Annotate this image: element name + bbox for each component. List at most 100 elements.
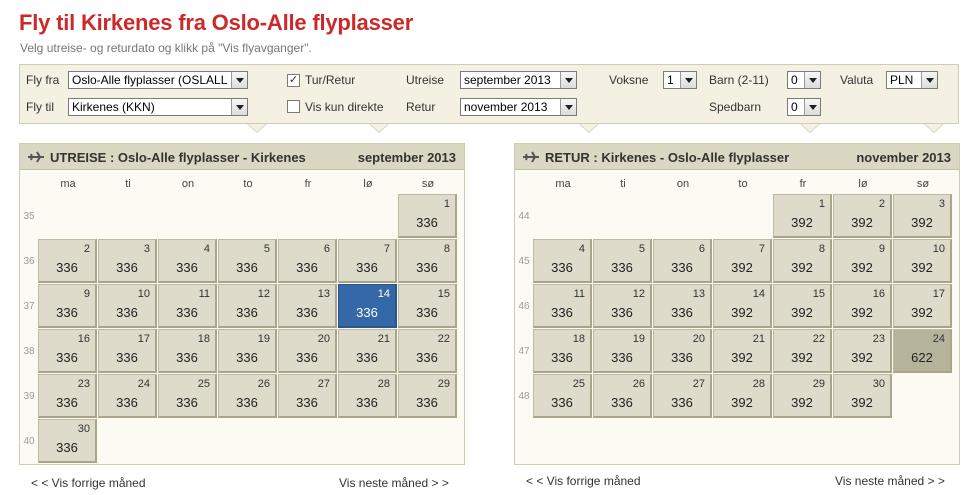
- calendar-day[interactable]: 3 392: [893, 194, 952, 238]
- return-next-month-link[interactable]: Vis neste måned > >: [835, 474, 945, 488]
- calendar-day[interactable]: 27 336: [278, 374, 337, 418]
- calendar-day[interactable]: 20 336: [653, 329, 712, 373]
- calendar-day[interactable]: 29 336: [398, 374, 457, 418]
- calendar-day[interactable]: 7 392: [713, 239, 772, 283]
- calendar-day[interactable]: 26 336: [593, 374, 652, 418]
- calendar-day[interactable]: 19 336: [218, 329, 277, 373]
- calendar-day[interactable]: 17 392: [893, 284, 952, 328]
- filter-notch: [370, 124, 388, 132]
- return-prev-month-link[interactable]: < < Vis forrige måned: [526, 474, 641, 488]
- calendar-day[interactable]: 2 336: [38, 239, 97, 283]
- day-price: 336: [551, 305, 573, 320]
- calendar-day[interactable]: 25 336: [158, 374, 217, 418]
- calendar-day[interactable]: 4 336: [533, 239, 592, 283]
- weekday-label: to: [243, 178, 253, 190]
- calendar-day[interactable]: 12 336: [218, 284, 277, 328]
- chevron-down-icon: [560, 72, 576, 88]
- weekday-label: ma: [60, 178, 76, 190]
- calendar-day[interactable]: 30 392: [833, 374, 892, 418]
- week-number: 37: [23, 301, 35, 312]
- calendar-day[interactable]: 20 336: [278, 329, 337, 373]
- return-month-select[interactable]: november 2013: [460, 98, 577, 116]
- calendar-day[interactable]: 10 336: [98, 284, 157, 328]
- direct-only-checkbox[interactable]: [287, 100, 300, 113]
- children-select[interactable]: 0: [787, 71, 821, 89]
- calendar-day[interactable]: 22 336: [398, 329, 457, 373]
- calendar-day[interactable]: 7 336: [338, 239, 397, 283]
- calendar-day[interactable]: 13 336: [278, 284, 337, 328]
- calendar-day[interactable]: 6 336: [278, 239, 337, 283]
- day-number: 27: [317, 378, 330, 390]
- calendar-day[interactable]: 16 392: [833, 284, 892, 328]
- outbound-next-month-link[interactable]: Vis neste måned > >: [339, 476, 449, 490]
- calendar-day[interactable]: 4 336: [158, 239, 217, 283]
- currency-select[interactable]: PLN: [886, 71, 938, 89]
- roundtrip-checkbox[interactable]: ✓: [287, 74, 300, 87]
- calendar-day[interactable]: 15 336: [398, 284, 457, 328]
- outbound-month-select[interactable]: september 2013: [460, 71, 577, 89]
- calendar-day[interactable]: 28 392: [713, 374, 772, 418]
- infants-select[interactable]: 0: [787, 98, 821, 116]
- calendar-day[interactable]: 2 392: [833, 194, 892, 238]
- day-price: 336: [551, 350, 573, 365]
- day-number: 12: [632, 288, 645, 300]
- calendar-day[interactable]: 21 336: [338, 329, 397, 373]
- calendar-day[interactable]: 6 336: [653, 239, 712, 283]
- calendar-day[interactable]: 18 336: [158, 329, 217, 373]
- calendar-day[interactable]: 21 392: [713, 329, 772, 373]
- calendar-day[interactable]: 16 336: [38, 329, 97, 373]
- calendar-day[interactable]: 12 336: [593, 284, 652, 328]
- calendar-day[interactable]: 13 336: [653, 284, 712, 328]
- weekday-label: on: [676, 178, 690, 190]
- to-select[interactable]: Kirkenes (KKN): [68, 98, 248, 116]
- from-select[interactable]: Oslo-Alle flyplasser (OSLALL: [68, 71, 248, 89]
- calendar-day[interactable]: 5 336: [218, 239, 277, 283]
- calendar-day[interactable]: 14 336: [338, 284, 397, 328]
- calendar-day[interactable]: 29 392: [773, 374, 832, 418]
- day-number: 16: [77, 333, 90, 345]
- calendar-day[interactable]: 1 392: [773, 194, 832, 238]
- calendar-day[interactable]: 1 336: [398, 194, 457, 238]
- calendar-day[interactable]: 30 336: [38, 419, 97, 463]
- calendar-day[interactable]: 27 336: [653, 374, 712, 418]
- calendar-day[interactable]: 15 392: [773, 284, 832, 328]
- calendar-day[interactable]: 5 336: [593, 239, 652, 283]
- calendar-day[interactable]: 19 336: [593, 329, 652, 373]
- calendar-day[interactable]: 18 336: [533, 329, 592, 373]
- chevron-down-icon: [804, 72, 820, 88]
- day-price: 392: [791, 395, 813, 410]
- calendar-day[interactable]: 23 392: [833, 329, 892, 373]
- outbound-prev-month-link[interactable]: < < Vis forrige måned: [31, 476, 146, 490]
- calendar-day[interactable]: 24 622: [893, 329, 952, 373]
- return-direction: RETUR :: [545, 150, 598, 165]
- calendar-day[interactable]: 10 392: [893, 239, 952, 283]
- calendar-day[interactable]: 8 336: [398, 239, 457, 283]
- day-number: 23: [77, 378, 90, 390]
- day-price: 336: [611, 305, 633, 320]
- day-price: 336: [176, 350, 198, 365]
- calendar-day[interactable]: 26 336: [218, 374, 277, 418]
- day-price: 336: [116, 260, 138, 275]
- calendar-day[interactable]: 11 336: [158, 284, 217, 328]
- calendar-day[interactable]: 9 392: [833, 239, 892, 283]
- day-number: 3: [143, 243, 150, 255]
- calendar-day[interactable]: 25 336: [533, 374, 592, 418]
- calendar-day[interactable]: 17 336: [98, 329, 157, 373]
- calendar-day[interactable]: 28 336: [338, 374, 397, 418]
- day-price: 392: [911, 305, 933, 320]
- calendar-day[interactable]: 22 392: [773, 329, 832, 373]
- calendar-day[interactable]: 23 336: [38, 374, 97, 418]
- day-number: 21: [377, 333, 390, 345]
- calendar-day[interactable]: 11 336: [533, 284, 592, 328]
- calendar-day[interactable]: 8 392: [773, 239, 832, 283]
- day-number: 20: [317, 333, 330, 345]
- day-price: 336: [56, 260, 78, 275]
- calendar-day[interactable]: 24 336: [98, 374, 157, 418]
- day-price: 336: [176, 260, 198, 275]
- calendar-day[interactable]: 14 392: [713, 284, 772, 328]
- children-label: Barn (2-11): [709, 73, 769, 87]
- day-number: 6: [698, 243, 705, 255]
- adults-select[interactable]: 1: [663, 71, 697, 89]
- calendar-day[interactable]: 3 336: [98, 239, 157, 283]
- calendar-day[interactable]: 9 336: [38, 284, 97, 328]
